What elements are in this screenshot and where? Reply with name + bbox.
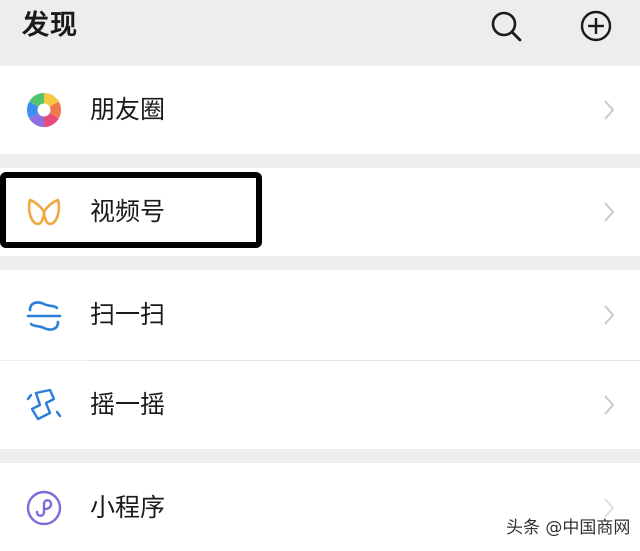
page-title: 发现	[22, 10, 78, 41]
chevron-right-icon	[604, 202, 615, 222]
moments-label: 朋友圈	[90, 95, 166, 124]
shake-label: 摇一摇	[90, 390, 166, 419]
scan-label: 扫一扫	[90, 300, 166, 329]
search-icon[interactable]	[488, 8, 524, 44]
mini-program-icon	[26, 490, 62, 526]
list-item-scan[interactable]: 扫一扫	[0, 270, 640, 360]
scan-icon	[26, 301, 62, 331]
list-item-moments[interactable]: 朋友圈	[0, 66, 640, 154]
highlight-box	[0, 172, 262, 248]
header: 发现	[0, 0, 640, 58]
chevron-right-icon	[604, 305, 615, 325]
chevron-right-icon	[604, 100, 615, 120]
list-item-shake[interactable]: 摇一摇	[0, 361, 640, 449]
chevron-right-icon	[604, 395, 615, 415]
mini-programs-label: 小程序	[90, 493, 166, 522]
moments-aperture-icon	[26, 92, 62, 128]
watermark: 头条 @中国商网	[506, 518, 631, 538]
plus-circle-icon[interactable]	[578, 8, 614, 44]
shake-icon	[26, 388, 62, 421]
